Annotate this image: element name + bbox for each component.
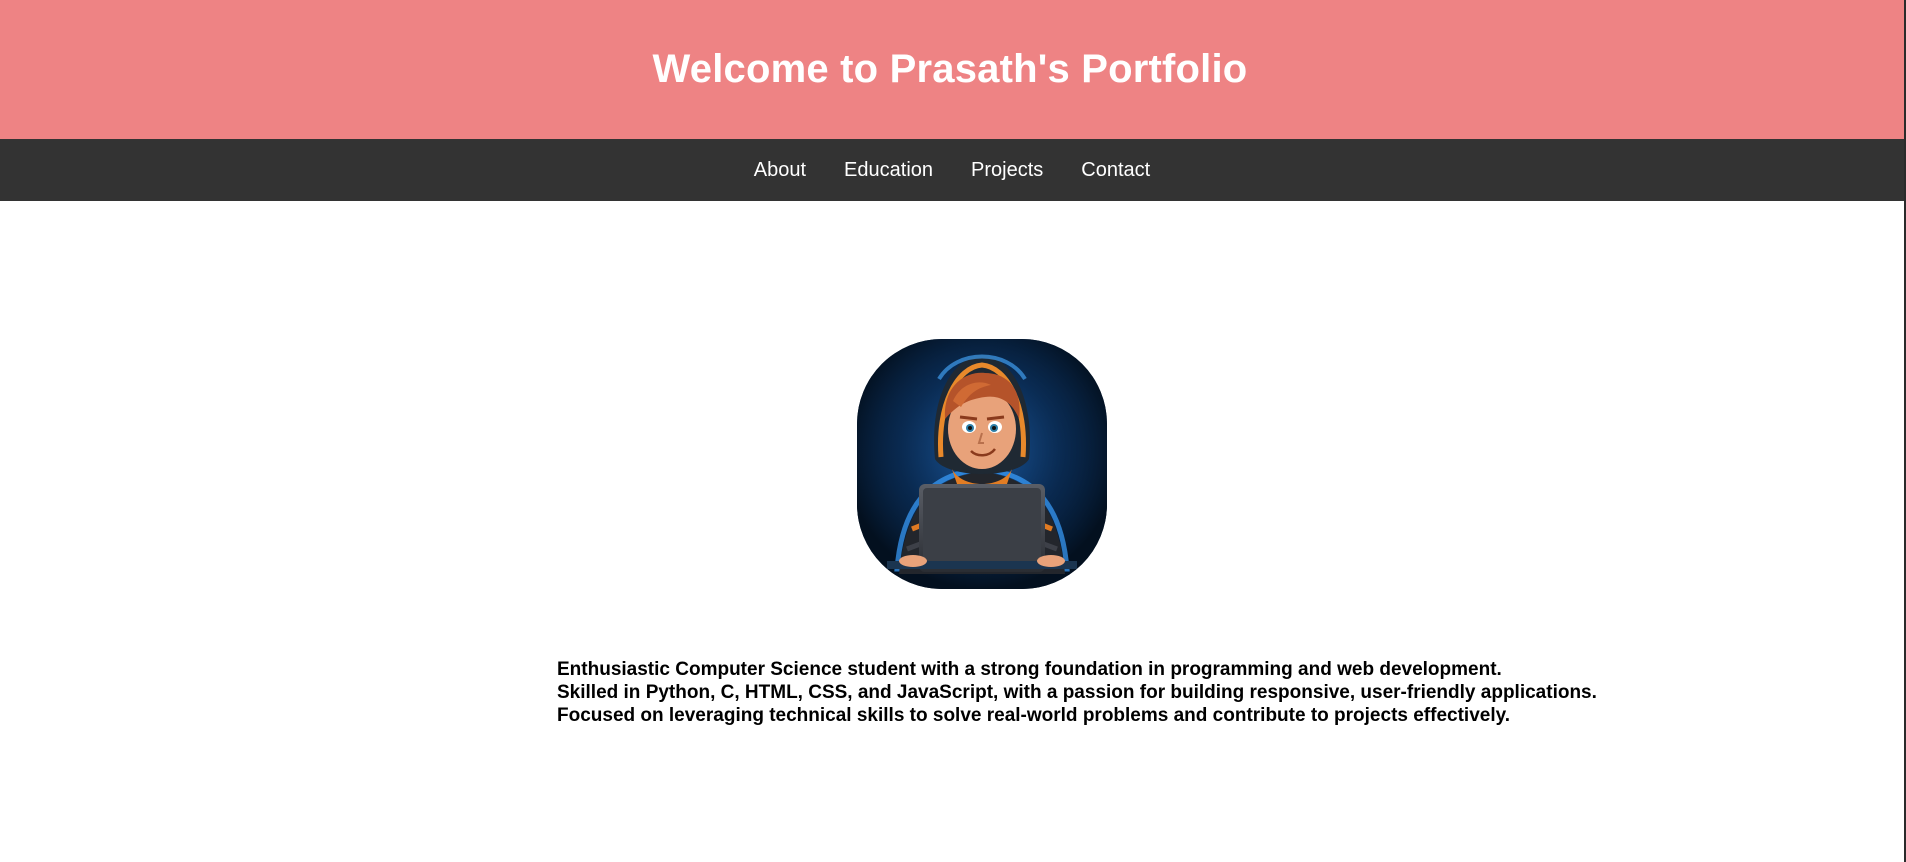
nav-link-contact[interactable]: Contact <box>1081 159 1150 182</box>
about-summary: Enthusiastic Computer Science student wi… <box>557 658 1757 727</box>
nav-link-education[interactable]: Education <box>844 159 933 182</box>
header-banner: Welcome to Prasath's Portfolio <box>0 0 1904 139</box>
profile-avatar <box>857 339 1107 589</box>
about-line: Enthusiastic Computer Science student wi… <box>557 659 1502 680</box>
about-line: Focused on leveraging technical skills t… <box>557 705 1511 726</box>
about-line: Skilled in Python, C, HTML, CSS, and Jav… <box>557 682 1597 703</box>
page-title: Welcome to Prasath's Portfolio <box>652 47 1248 91</box>
nav-link-about[interactable]: About <box>754 159 806 182</box>
hooded-coder-illustration-icon <box>857 339 1107 589</box>
portfolio-page: Welcome to Prasath's Portfolio About Edu… <box>0 0 1906 862</box>
nav-link-projects[interactable]: Projects <box>971 159 1043 182</box>
main-navigation: About Education Projects Contact <box>0 139 1904 201</box>
